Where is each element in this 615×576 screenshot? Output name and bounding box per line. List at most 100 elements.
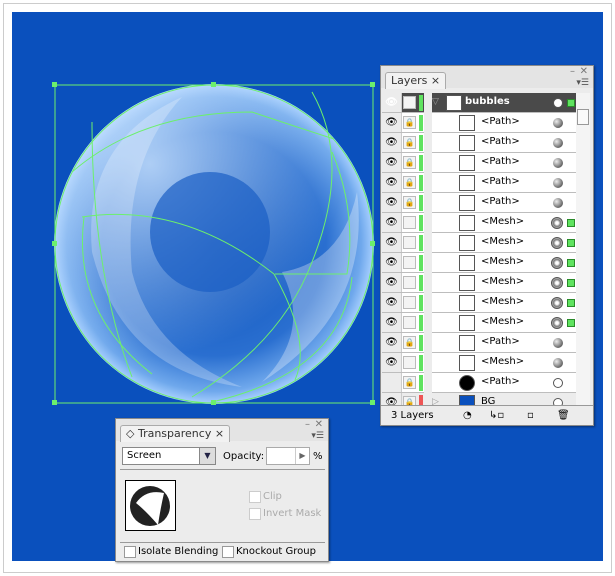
selection-indicator[interactable] bbox=[567, 219, 575, 227]
lock-icon[interactable]: 🔒 bbox=[403, 336, 416, 349]
target-circle-icon[interactable] bbox=[551, 277, 563, 289]
sublayer-row[interactable]: 👁 <Mesh> bbox=[382, 213, 578, 233]
lock-icon[interactable]: 🔒 bbox=[403, 196, 416, 209]
target-circle-icon[interactable] bbox=[551, 257, 563, 269]
eye-icon[interactable]: 👁 bbox=[382, 173, 402, 192]
eye-icon[interactable]: 👁 bbox=[382, 93, 402, 112]
eye-icon[interactable]: 👁 bbox=[382, 233, 402, 252]
invert-mask-checkbox[interactable] bbox=[249, 508, 261, 520]
chevron-down-icon[interactable]: ▼ bbox=[199, 448, 215, 464]
lock-icon[interactable]: 🔒 bbox=[403, 176, 416, 189]
layer-row[interactable]: 👁 ▽ bubbles bbox=[382, 93, 578, 113]
blend-mode-select[interactable]: Screen ▼ bbox=[122, 447, 216, 465]
selection-indicator[interactable] bbox=[567, 99, 575, 107]
layers-scrollbar[interactable] bbox=[576, 93, 590, 405]
visibility-toggle[interactable] bbox=[382, 373, 402, 392]
lock-toggle[interactable] bbox=[403, 276, 416, 289]
opacity-field[interactable]: ▶ bbox=[266, 447, 310, 465]
target-circle-icon[interactable] bbox=[551, 297, 563, 309]
eye-icon[interactable]: 👁 bbox=[382, 273, 402, 292]
eye-icon[interactable]: 👁 bbox=[382, 313, 402, 332]
lock-toggle[interactable] bbox=[403, 356, 416, 369]
eye-icon[interactable]: 👁 bbox=[382, 353, 402, 372]
trash-icon[interactable]: 🗑 bbox=[557, 410, 570, 421]
object-thumbnail[interactable] bbox=[125, 480, 176, 531]
create-sublayer-icon[interactable]: ↳▫ bbox=[489, 410, 504, 421]
sublayer-row[interactable]: 👁 🔒 <Path> bbox=[382, 193, 578, 213]
selection-indicator[interactable] bbox=[567, 319, 575, 327]
eye-icon[interactable]: 👁 bbox=[382, 333, 402, 352]
minimize-button[interactable]: – bbox=[570, 66, 575, 77]
sublayer-row[interactable]: 👁 <Mesh> bbox=[382, 353, 578, 373]
lock-toggle[interactable] bbox=[403, 236, 416, 249]
target-circle-icon[interactable] bbox=[551, 217, 563, 229]
scrollbar-thumb[interactable] bbox=[577, 109, 589, 125]
sublayer-row[interactable]: 👁 🔒 <Path> bbox=[382, 113, 578, 133]
target-circle-icon[interactable] bbox=[553, 158, 563, 168]
isolate-blending-label: Isolate Blending bbox=[138, 546, 219, 557]
target-circle-icon[interactable] bbox=[551, 237, 563, 249]
lock-icon[interactable]: 🔒 bbox=[403, 156, 416, 169]
sublayer-row[interactable]: 👁 <Mesh> bbox=[382, 293, 578, 313]
target-circle-icon[interactable] bbox=[553, 98, 563, 108]
target-circle-icon[interactable] bbox=[553, 358, 563, 368]
lock-toggle[interactable] bbox=[403, 216, 416, 229]
sublayer-row[interactable]: 👁 <Mesh> bbox=[382, 273, 578, 293]
panel-menu-icon[interactable]: ▾☰ bbox=[576, 78, 589, 88]
selection-indicator[interactable] bbox=[567, 299, 575, 307]
eye-icon[interactable]: 👁 bbox=[382, 253, 402, 272]
close-panel-button[interactable]: ✕ bbox=[315, 419, 323, 430]
sublayer-row[interactable]: 👁 <Mesh> bbox=[382, 313, 578, 333]
create-new-layer-icon[interactable]: ▫ bbox=[527, 410, 534, 421]
selection-indicator[interactable] bbox=[567, 279, 575, 287]
knockout-group-checkbox[interactable] bbox=[222, 546, 234, 558]
target-circle-icon[interactable] bbox=[553, 138, 563, 148]
tab-layers[interactable]: Layers × bbox=[385, 72, 447, 89]
selection-indicator[interactable] bbox=[567, 259, 575, 267]
eye-icon[interactable]: 👁 bbox=[382, 153, 402, 172]
target-circle-icon[interactable] bbox=[553, 178, 563, 188]
panel-menu-icon[interactable]: ▾☰ bbox=[311, 431, 324, 441]
eye-icon[interactable]: 👁 bbox=[382, 113, 402, 132]
layer-thumbnail bbox=[459, 115, 475, 131]
lock-toggle[interactable] bbox=[403, 296, 416, 309]
lock-icon[interactable]: 🔒 bbox=[403, 376, 416, 389]
knockout-group-label: Knockout Group bbox=[236, 546, 316, 557]
lock-icon[interactable]: 🔒 bbox=[403, 136, 416, 149]
layer-thumbnail bbox=[459, 135, 475, 151]
sublayer-row[interactable]: 👁 <Mesh> bbox=[382, 253, 578, 273]
make-clipping-mask-icon[interactable]: ◔ bbox=[463, 410, 472, 421]
sublayer-row[interactable]: 👁 🔒 <Path> bbox=[382, 153, 578, 173]
sublayer-row[interactable]: 👁 🔒 <Path> bbox=[382, 133, 578, 153]
lock-toggle[interactable] bbox=[403, 96, 416, 109]
eye-icon[interactable]: 👁 bbox=[382, 133, 402, 152]
sublayer-row[interactable]: 👁 🔒 <Path> bbox=[382, 173, 578, 193]
close-panel-button[interactable]: ✕ bbox=[580, 66, 588, 77]
close-tab-icon[interactable]: × bbox=[215, 427, 224, 440]
expand-triangle-open-icon[interactable]: ▽ bbox=[432, 97, 439, 107]
close-tab-icon[interactable]: × bbox=[431, 74, 440, 87]
opacity-slider-arrow[interactable]: ▶ bbox=[295, 448, 309, 464]
minimize-button[interactable]: – bbox=[305, 419, 310, 430]
eye-icon[interactable]: 👁 bbox=[382, 293, 402, 312]
gutter bbox=[424, 133, 432, 153]
eye-icon[interactable]: 👁 bbox=[382, 213, 402, 232]
sublayer-row[interactable]: 👁 <Mesh> bbox=[382, 233, 578, 253]
sublayer-row[interactable]: 🔒 <Path> bbox=[382, 373, 578, 393]
target-circle-icon[interactable] bbox=[553, 198, 563, 208]
layer-color-bar bbox=[419, 135, 423, 151]
target-circle-icon[interactable] bbox=[553, 378, 563, 388]
lock-toggle[interactable] bbox=[403, 256, 416, 269]
lock-icon[interactable]: 🔒 bbox=[403, 116, 416, 129]
eye-icon[interactable]: 👁 bbox=[382, 193, 402, 212]
target-circle-icon[interactable] bbox=[553, 338, 563, 348]
target-circle-icon[interactable] bbox=[551, 317, 563, 329]
sublayer-row[interactable]: 👁 🔒 <Path> bbox=[382, 333, 578, 353]
isolate-blending-checkbox[interactable] bbox=[124, 546, 136, 558]
bubble-sphere[interactable] bbox=[54, 84, 374, 404]
clip-checkbox[interactable] bbox=[249, 491, 261, 503]
target-circle-icon[interactable] bbox=[553, 118, 563, 128]
lock-toggle[interactable] bbox=[403, 316, 416, 329]
tab-transparency[interactable]: ◇ Transparency × bbox=[120, 425, 231, 442]
selection-indicator[interactable] bbox=[567, 239, 575, 247]
